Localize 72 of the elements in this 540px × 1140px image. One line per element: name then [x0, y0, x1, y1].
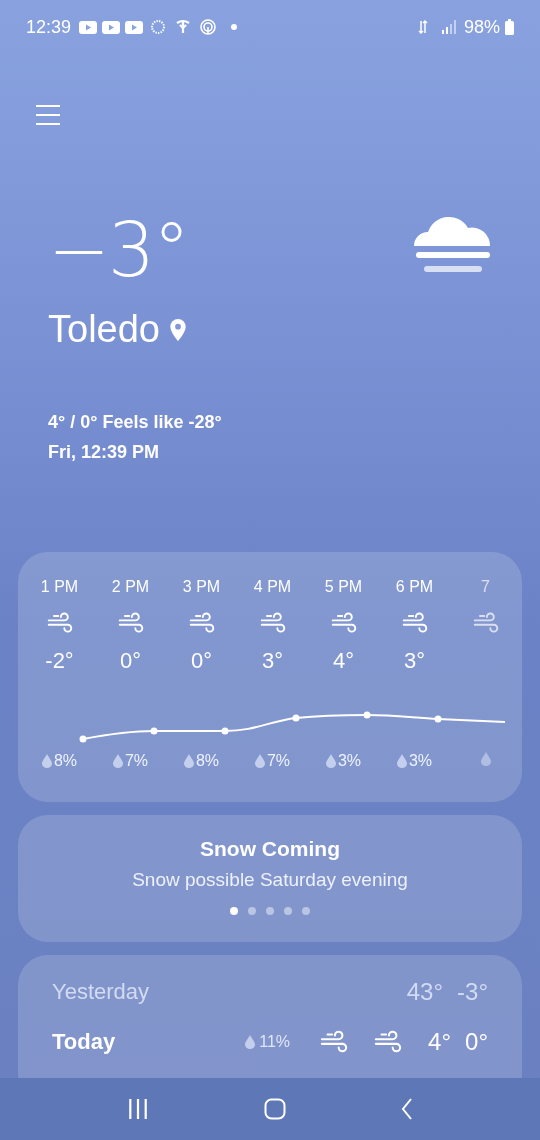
video-app-icon — [79, 20, 98, 34]
raindrop-icon — [183, 754, 194, 768]
hour-temperature: -2° — [45, 648, 74, 675]
hour-label: 5 PM — [324, 578, 363, 597]
raindrop-icon — [396, 754, 407, 768]
home-icon[interactable] — [264, 1098, 286, 1120]
hour-label: 6 PM — [395, 578, 434, 597]
current-temperature: −3° — [48, 206, 189, 295]
high-temperature: 43° — [406, 978, 444, 1006]
day-label: Yesterday — [52, 979, 150, 1005]
alert-title: Snow Coming — [200, 837, 340, 861]
precipitation-chance: 8% — [53, 752, 78, 770]
precipitation-chance: 3% — [408, 752, 433, 770]
page-indicator-dot[interactable] — [302, 907, 310, 915]
wind-icon — [330, 612, 357, 634]
recent-apps-icon[interactable] — [127, 1098, 150, 1120]
precipitation-chance: 3% — [337, 752, 362, 770]
hour-temperature: 0° — [190, 648, 212, 675]
wind-icon — [472, 612, 499, 634]
wind-icon — [401, 612, 428, 634]
hour-label: 7 — [481, 578, 490, 597]
hour-label: 1 PM — [40, 578, 79, 597]
battery-level: 98% — [463, 16, 500, 38]
low-temperature: -3° — [457, 978, 488, 1006]
hour-temperature: 3° — [403, 648, 425, 675]
data-transfer-icon — [417, 19, 428, 35]
precipitation-chance: 11% — [259, 1033, 291, 1051]
raindrop-icon — [254, 754, 265, 768]
page-indicator-dot[interactable] — [230, 907, 238, 915]
wind-icon — [117, 612, 144, 634]
raindrop-icon — [325, 754, 336, 768]
precipitation-chance: 7% — [266, 752, 291, 770]
wind-icon — [374, 1030, 403, 1054]
hour-label: 3 PM — [182, 578, 221, 597]
loading-ring-icon — [150, 19, 167, 35]
low-temperature: 0° — [465, 1028, 488, 1056]
precipitation-chance: 8% — [195, 752, 220, 770]
alert-card[interactable]: Snow Coming Snow possible Saturday evening — [18, 815, 522, 942]
wind-icon — [188, 612, 215, 634]
video-app-icon — [125, 20, 144, 34]
location-pin-icon — [170, 318, 186, 341]
date-time: Fri, 12:39 PM — [47, 441, 161, 464]
temperature-details: 4° / 0° Feels like -28° — [47, 411, 223, 434]
notification-dot-icon — [231, 24, 238, 30]
spiral-icon — [200, 19, 217, 35]
raindrop-icon — [245, 1035, 256, 1049]
high-temperature: 4° — [428, 1028, 452, 1056]
day-label: Today — [52, 1029, 116, 1055]
alert-text: Snow possible Saturday evening — [132, 869, 408, 891]
signal-icon — [440, 19, 457, 35]
hour-label: 4 PM — [253, 578, 292, 597]
hour-temperature: 4° — [332, 648, 354, 675]
page-indicator-dot[interactable] — [248, 907, 256, 915]
page-indicator-dot[interactable] — [284, 907, 292, 915]
raindrop-icon — [41, 754, 52, 768]
raindrop-icon — [480, 752, 491, 766]
hour-temperature: 3° — [261, 648, 283, 675]
clock: 12:39 — [26, 16, 72, 38]
wind-icon — [320, 1030, 349, 1054]
raindrop-icon — [112, 754, 123, 768]
menu-icon[interactable] — [36, 104, 60, 126]
hour-label: 2 PM — [111, 578, 150, 597]
back-icon[interactable] — [400, 1098, 413, 1120]
hour-temperature: 0° — [119, 648, 141, 675]
wind-icon — [46, 612, 73, 634]
t-logo-icon — [175, 19, 192, 35]
wind-icon — [259, 612, 286, 634]
video-app-icon — [102, 20, 121, 34]
precipitation-chance: 7% — [124, 752, 149, 770]
battery-icon — [505, 19, 514, 35]
page-indicator-dot[interactable] — [266, 907, 274, 915]
location-name: Toledo — [48, 308, 160, 351]
